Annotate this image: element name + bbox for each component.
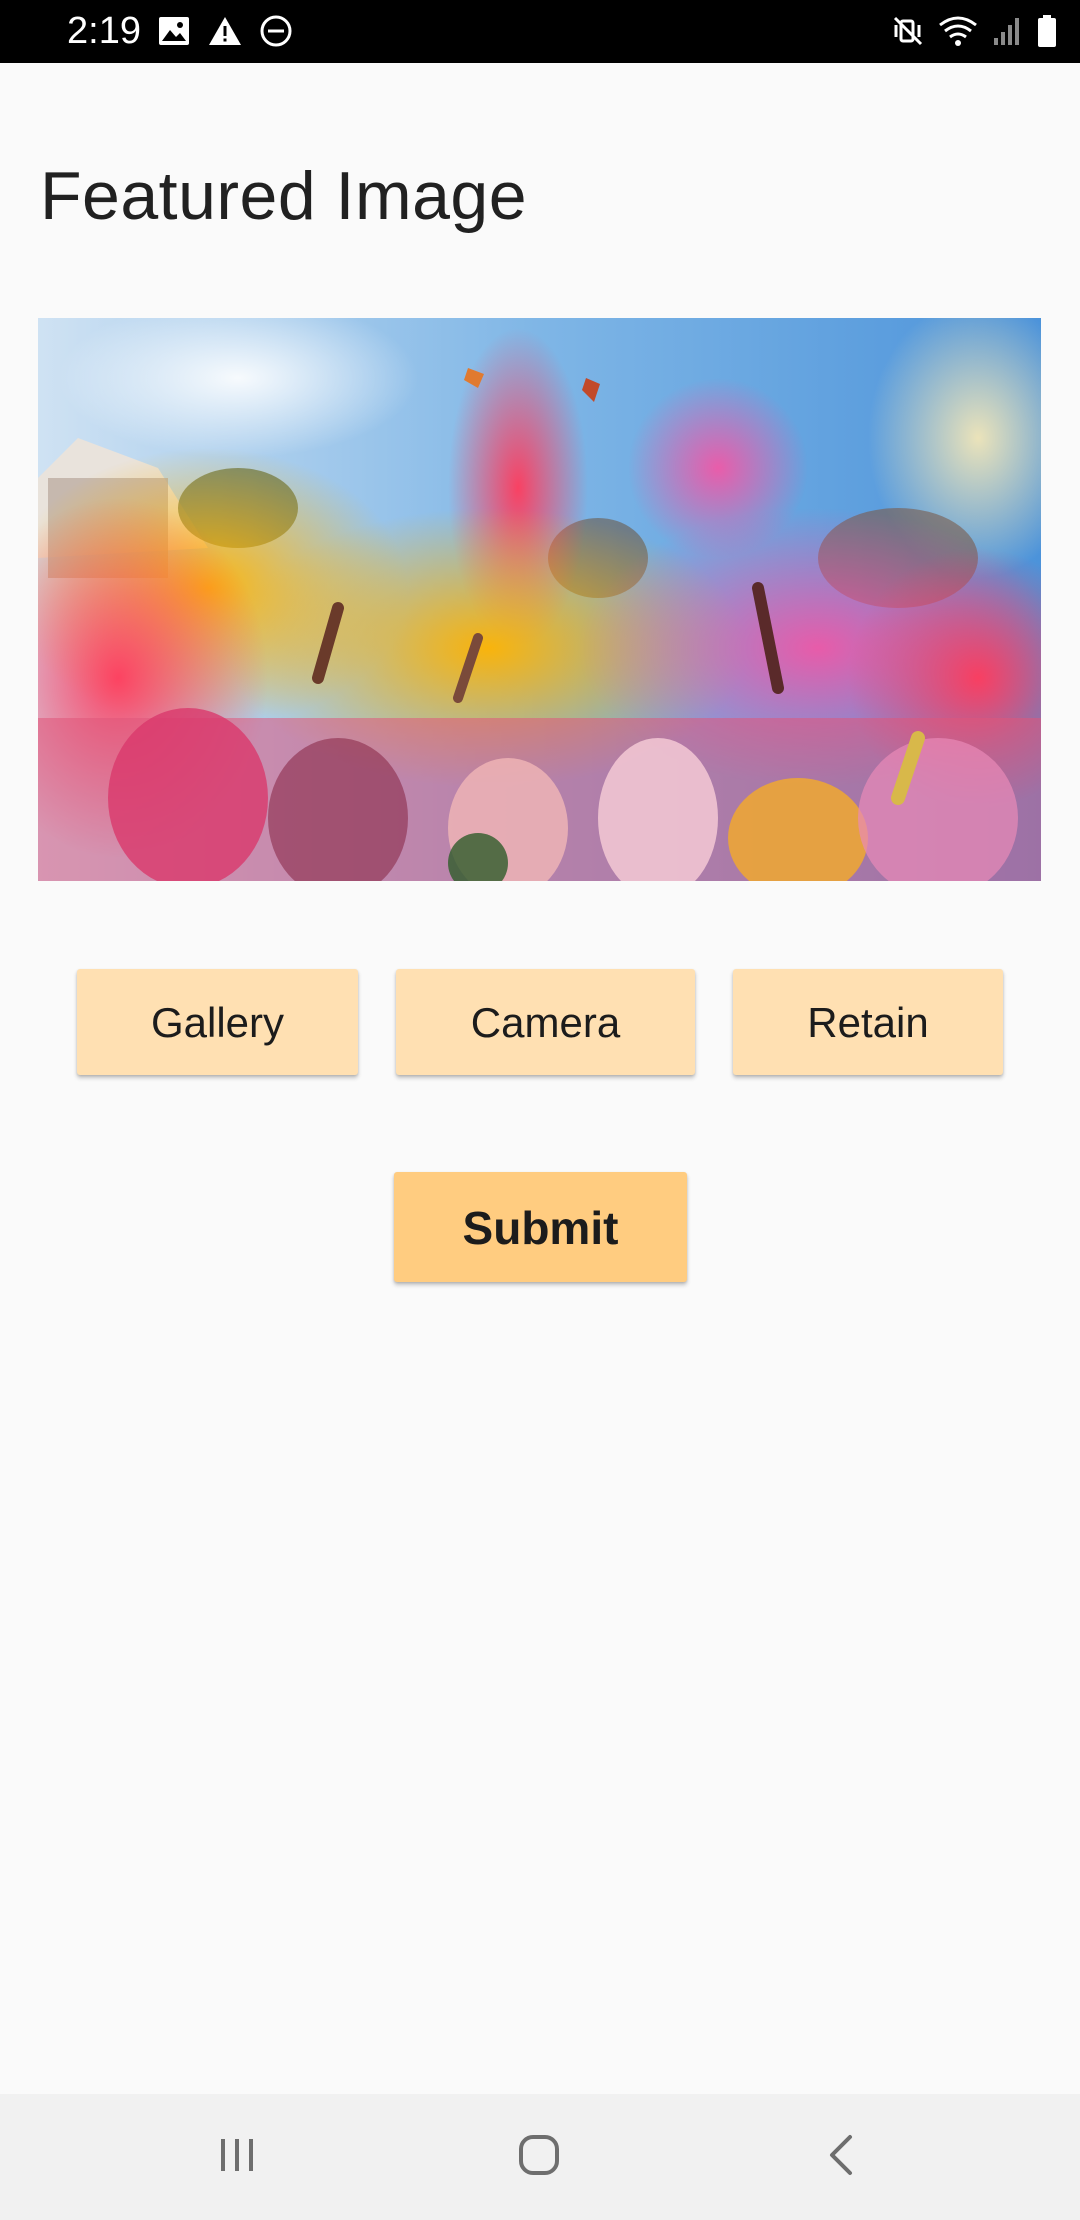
recents-icon <box>215 2135 259 2180</box>
gallery-button[interactable]: Gallery <box>77 969 358 1075</box>
home-icon <box>517 2133 561 2182</box>
home-button[interactable] <box>494 2122 584 2192</box>
image-icon <box>158 16 190 46</box>
submit-button[interactable]: Submit <box>394 1172 687 1282</box>
status-bar: 2:19 <box>0 0 1080 63</box>
signal-icon <box>992 16 1022 46</box>
status-time: 2:19 <box>67 10 141 52</box>
do-not-disturb-icon <box>260 15 292 47</box>
back-button[interactable] <box>796 2122 886 2192</box>
recents-button[interactable] <box>192 2122 282 2192</box>
wifi-icon <box>938 15 978 47</box>
navigation-bar <box>0 2094 1080 2220</box>
camera-button[interactable]: Camera <box>396 969 695 1075</box>
battery-icon <box>1036 14 1058 48</box>
page-title: Featured Image <box>40 158 528 234</box>
status-left-icons <box>158 14 292 48</box>
featured-image <box>38 318 1041 881</box>
mute-vibrate-icon <box>892 15 924 47</box>
back-icon <box>826 2133 856 2182</box>
warning-icon <box>208 16 242 46</box>
status-right-icons <box>892 12 1058 50</box>
retain-button[interactable]: Retain <box>733 969 1003 1075</box>
